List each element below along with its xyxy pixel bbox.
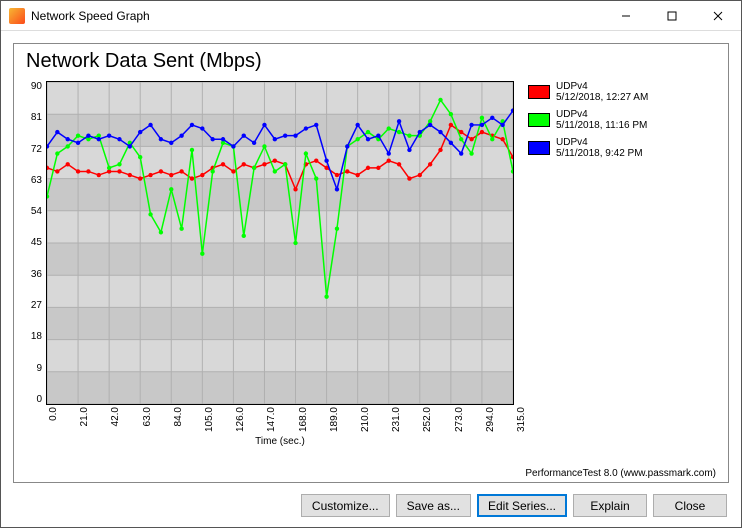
customize-button[interactable]: Customize... bbox=[301, 494, 390, 517]
maximize-button[interactable] bbox=[649, 1, 695, 30]
x-tick: 210.0 bbox=[360, 407, 371, 437]
legend-item: UDPv45/11/2018, 9:42 PM bbox=[528, 137, 694, 159]
x-tick: 84.0 bbox=[173, 407, 184, 437]
chart-plot bbox=[46, 81, 514, 405]
y-tick: 45 bbox=[24, 237, 42, 248]
edit-series-button[interactable]: Edit Series... bbox=[477, 494, 567, 517]
y-tick: 72 bbox=[24, 144, 42, 155]
chart-legend: UDPv45/12/2018, 12:27 AM UDPv45/11/2018, … bbox=[514, 77, 694, 437]
y-tick: 90 bbox=[24, 81, 42, 92]
y-tick: 54 bbox=[24, 206, 42, 217]
y-tick: 27 bbox=[24, 300, 42, 311]
x-tick: 0.0 bbox=[48, 407, 59, 437]
x-tick: 168.0 bbox=[298, 407, 309, 437]
x-tick: 231.0 bbox=[391, 407, 402, 437]
legend-label: UDPv45/11/2018, 11:16 PM bbox=[556, 109, 647, 131]
x-tick: 315.0 bbox=[516, 407, 527, 437]
minimize-button[interactable] bbox=[603, 1, 649, 30]
y-tick: 36 bbox=[24, 269, 42, 280]
x-axis: Time (sec.) 0.0 21.0 42.0 63.0 84.0 105.0 126.… bbox=[46, 407, 514, 447]
x-tick: 294.0 bbox=[485, 407, 496, 437]
y-tick: 18 bbox=[24, 331, 42, 342]
x-tick: 63.0 bbox=[142, 407, 153, 437]
legend-label: UDPv45/12/2018, 12:27 AM bbox=[556, 81, 648, 103]
window-titlebar: Network Speed Graph bbox=[1, 1, 741, 31]
button-bar: Customize... Save as... Edit Series... E… bbox=[301, 494, 727, 517]
x-tick: 21.0 bbox=[79, 407, 90, 437]
save-as-button[interactable]: Save as... bbox=[396, 494, 471, 517]
x-tick: 42.0 bbox=[110, 407, 121, 437]
close-button[interactable] bbox=[695, 1, 741, 30]
app-icon bbox=[9, 8, 25, 24]
y-tick: 9 bbox=[24, 363, 42, 374]
legend-label: UDPv45/11/2018, 9:42 PM bbox=[556, 137, 643, 159]
legend-swatch bbox=[528, 113, 550, 127]
y-tick: 81 bbox=[24, 112, 42, 123]
explain-button[interactable]: Explain bbox=[573, 494, 647, 517]
x-tick: 252.0 bbox=[422, 407, 433, 437]
legend-item: UDPv45/11/2018, 11:16 PM bbox=[528, 109, 694, 131]
x-tick: 126.0 bbox=[235, 407, 246, 437]
chart-title: Network Data Sent (Mbps) bbox=[26, 50, 718, 73]
window-title: Network Speed Graph bbox=[31, 9, 603, 23]
legend-swatch bbox=[528, 141, 550, 155]
legend-item: UDPv45/12/2018, 12:27 AM bbox=[528, 81, 694, 103]
chart-frame: Network Data Sent (Mbps) 908172635445362… bbox=[13, 43, 729, 483]
credit-text: PerformanceTest 8.0 (www.passmark.com) bbox=[525, 468, 716, 479]
y-tick: 63 bbox=[24, 175, 42, 186]
x-tick: 189.0 bbox=[329, 407, 340, 437]
y-tick: 0 bbox=[24, 394, 42, 405]
close-dialog-button[interactable]: Close bbox=[653, 494, 727, 517]
legend-swatch bbox=[528, 85, 550, 99]
x-tick: 273.0 bbox=[454, 407, 465, 437]
x-tick: 147.0 bbox=[266, 407, 277, 437]
y-axis: 90817263544536271890 bbox=[24, 81, 46, 405]
x-tick: 105.0 bbox=[204, 407, 215, 437]
x-axis-label: Time (sec.) bbox=[46, 436, 514, 447]
